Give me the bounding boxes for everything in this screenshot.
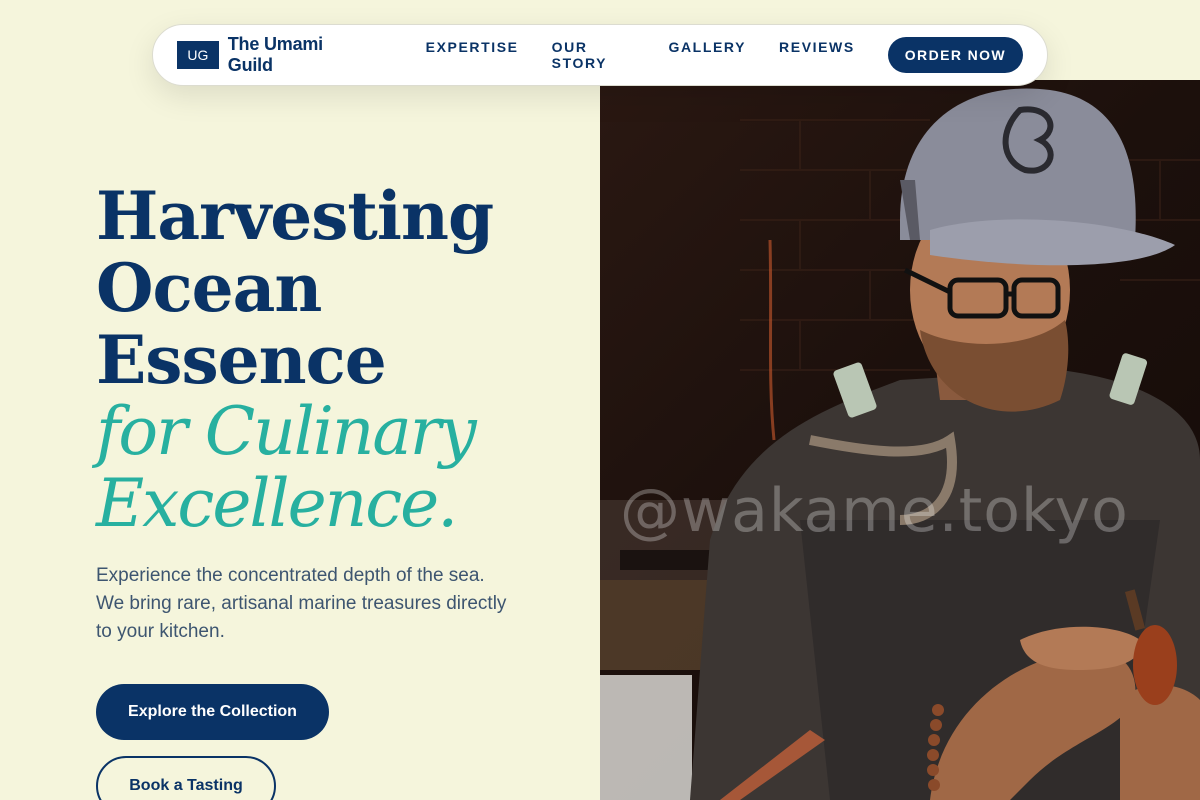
top-nav: UG The Umami Guild EXPERTISE OUR STORY G… <box>152 24 1048 86</box>
brand-logo[interactable]: UG <box>177 41 219 69</box>
hero-title-accent-line: Excellence. <box>96 465 458 542</box>
nav-item-gallery[interactable]: GALLERY <box>668 39 746 71</box>
book-tasting-button[interactable]: Book a Tasting <box>96 756 276 800</box>
nav-item-reviews[interactable]: REVIEWS <box>779 39 855 71</box>
hero-title-accent-line: for Culinary <box>96 393 477 470</box>
nav-item-expertise[interactable]: EXPERTISE <box>426 39 519 71</box>
hero-title: Harvesting Ocean Essence for Culinary Ex… <box>96 177 494 542</box>
hero-subtitle: Experience the concentrated depth of the… <box>96 565 507 642</box>
artisan-illustration <box>600 88 1200 800</box>
hero-title-line: Essence <box>96 321 387 399</box>
nav-menu: EXPERTISE OUR STORY GALLERY REVIEWS <box>426 39 888 71</box>
hero-artisan-photo: @wakame.tokyo <box>600 80 1200 800</box>
nav-item-our-story[interactable]: OUR STORY <box>552 39 636 71</box>
hero-title-line: Ocean <box>96 249 322 327</box>
image-watermark: @wakame.tokyo <box>620 476 1129 546</box>
brand-name[interactable]: The Umami Guild <box>228 34 369 76</box>
hero-title-line: Harvesting <box>96 177 494 255</box>
explore-collection-button[interactable]: Explore the Collection <box>96 684 329 740</box>
order-now-button[interactable]: ORDER NOW <box>887 37 1023 73</box>
brand[interactable]: UG The Umami Guild <box>177 34 369 76</box>
